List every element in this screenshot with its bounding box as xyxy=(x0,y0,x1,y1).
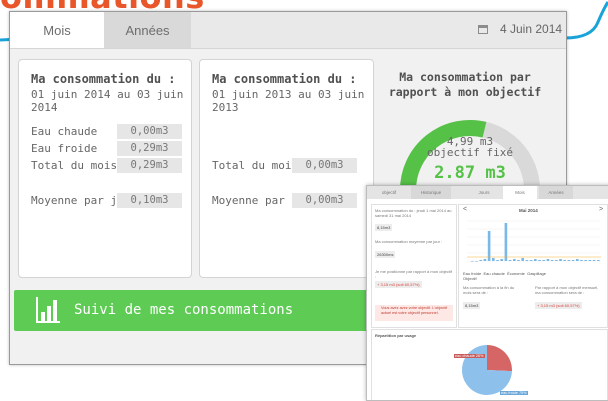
tab-bar: Mois Années 4 Juin 2014 xyxy=(10,12,566,49)
mini-bar xyxy=(588,260,592,261)
tab-annees[interactable]: Années xyxy=(104,12,191,48)
pie-label-froide: eau froide 75% xyxy=(500,391,528,395)
mini-bar xyxy=(563,260,566,261)
preview-tab-objectif[interactable]: objectif xyxy=(369,186,409,199)
row-value-moyenne: 0,00m3 xyxy=(292,193,357,208)
objective-target-label: objectif fixé xyxy=(426,146,514,159)
mini-bar xyxy=(571,260,575,261)
preview-tab-mois[interactable]: Mois xyxy=(503,186,537,199)
preview-usage-pie-chart xyxy=(461,345,512,395)
preview-tab-bar: objectif Historique Jours Mois Années xyxy=(367,186,608,199)
mini-bar xyxy=(592,260,596,261)
mini-bar xyxy=(496,260,499,261)
mini-bar xyxy=(555,260,558,261)
row-label-total: Total du mois xyxy=(212,159,299,172)
row-label-eau-froide: Eau froide xyxy=(31,142,98,155)
mini-bar xyxy=(538,260,541,261)
current-date: 4 Juin 2014 xyxy=(500,22,563,36)
mini-bar xyxy=(580,260,583,261)
mini-bar xyxy=(546,259,550,261)
preview-repartition-title: Répartition par usage xyxy=(375,333,417,338)
card-previous-period: Ma consommation du : 01 juin 2013 au 03 … xyxy=(199,59,374,278)
mini-bar xyxy=(508,260,512,261)
mini-bar xyxy=(550,260,554,261)
row-value-total: 0,00m3 xyxy=(292,158,357,173)
preview-period-value: 8,15m3 xyxy=(375,224,393,231)
row-label-total: Total du mois xyxy=(31,159,118,172)
mini-bar xyxy=(534,259,537,261)
card-range: 01 juin 2013 au 03 juin 2013 xyxy=(212,88,365,114)
mini-bar xyxy=(584,260,587,261)
row-value-eau-froide: 0,29m3 xyxy=(117,141,182,156)
preview-vs-objective-value: + 3,15 m3 (soit 60,57%) xyxy=(535,302,582,309)
row-value-total: 0,29m3 xyxy=(117,158,182,173)
preview-where-text: Je me positionne par rapport à mon objec… xyxy=(375,269,452,279)
mini-bar xyxy=(479,260,482,261)
preview-chart-card: < Mai 2014 > Eau froide Eau chaude Écono… xyxy=(458,204,608,328)
preview-month-label: Mai 2014 xyxy=(519,208,538,213)
preview-summary: Ma consommation du : jeudi 1 mai 2014 au… xyxy=(371,204,457,328)
tab-mois[interactable]: Mois xyxy=(10,12,104,48)
mini-bar xyxy=(529,260,533,261)
preview-daily-bar-chart xyxy=(467,220,601,262)
mini-bar xyxy=(504,223,508,261)
preview-next-arrow[interactable]: > xyxy=(599,206,603,213)
mini-bar xyxy=(513,259,516,261)
legend-objectif: Objectif xyxy=(463,276,477,281)
pie-slice xyxy=(487,345,512,372)
objective-current-value: 2.87 m3 xyxy=(434,163,506,183)
mini-bar xyxy=(521,258,524,261)
bar-chart-icon xyxy=(36,297,60,323)
preview-tab-historique[interactable]: Historique xyxy=(411,186,451,199)
mini-bar xyxy=(487,231,491,261)
mini-bar xyxy=(517,260,520,261)
mini-bar xyxy=(475,261,478,262)
objective-title: Ma consommation par rapport à mon object… xyxy=(388,70,542,99)
pie-label-chaude: eau chaude 26% xyxy=(454,354,485,358)
mini-bar xyxy=(559,259,562,261)
preview-end-month-value: 8,15m3 xyxy=(463,302,481,309)
preview-vs-objective-text: Par rapport à mon objectif mensuel, ma c… xyxy=(535,285,599,295)
preview-tab-jours[interactable]: Jours xyxy=(467,186,501,199)
mini-bar xyxy=(492,258,495,261)
mini-bar xyxy=(483,259,487,261)
legend-eau-chaude: Eau chaude xyxy=(483,271,505,276)
card-range: 01 juin 2014 au 03 juin 2014 xyxy=(31,88,184,114)
app-preview-thumbnail: objectif Historique Jours Mois Années Ma… xyxy=(366,185,608,401)
preview-avg-text: Ma consommation moyenne par jour : xyxy=(375,239,443,244)
row-value-moyenne: 0,10m3 xyxy=(117,193,182,208)
preview-repartition-card: Répartition par usage eau chaude 26% eau… xyxy=(371,329,608,400)
row-label-eau-chaude: Eau chaude xyxy=(31,125,98,138)
mini-bar xyxy=(597,260,600,261)
card-title: Ma consommation du : xyxy=(212,72,357,86)
card-current-period: Ma consommation du : 01 juin 2014 au 03 … xyxy=(18,59,192,278)
mini-bar xyxy=(500,259,503,261)
legend-gaspillage: Gaspillage xyxy=(527,271,546,276)
preview-tab-annees[interactable]: Années xyxy=(539,186,573,199)
row-value-eau-chaude: 0,00m3 xyxy=(117,124,182,139)
card-title: Ma consommation du : xyxy=(31,72,176,86)
mini-bar xyxy=(471,261,474,262)
mini-bar xyxy=(525,260,529,261)
legend-economie: Économie xyxy=(507,271,525,276)
preview-avg-value: 26300ms xyxy=(375,251,396,258)
followup-label: Suivi de mes consommations xyxy=(74,302,294,318)
mini-bar xyxy=(576,259,579,261)
preview-legend: Eau froide Eau chaude Économie Gaspillag… xyxy=(463,271,603,281)
preview-warning-note: Vous avez avez votre objectif. L'objecti… xyxy=(375,305,453,321)
calendar-icon xyxy=(478,25,488,34)
mini-bar xyxy=(542,260,545,261)
preview-end-month-text: Ma consommation à la fin du mois sera de… xyxy=(463,285,515,295)
mini-bar xyxy=(567,260,571,261)
preview-where-value: + 3,15 m3 (soit 60,57%) xyxy=(375,281,422,288)
preview-prev-arrow[interactable]: < xyxy=(463,206,467,213)
preview-period-text: Ma consommation du : jeudi 1 mai 2014 au… xyxy=(375,208,452,218)
